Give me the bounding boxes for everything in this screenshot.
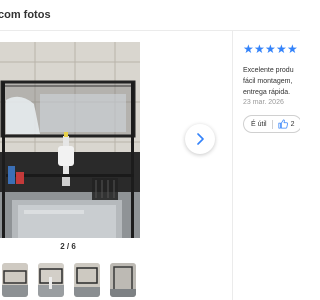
star-icon: ★ [243,42,254,56]
useful-count: 2 [290,120,295,128]
thumbnail-image [110,263,136,297]
column-divider [232,31,233,300]
thumbnail-image [74,263,100,297]
useful-separator [271,119,273,129]
thumbs-up-icon [278,119,288,129]
star-rating: ★★★★★ [243,43,298,55]
useful-label: É útil [251,120,267,128]
thumbnail-image [2,263,28,297]
review-date: 23 mar. 2026 [243,99,284,106]
thumbnail-2[interactable] [38,263,64,297]
thumbnail-image [38,263,64,297]
star-icon: ★ [287,42,298,56]
panel-title: com fotos [0,9,51,21]
thumbnail-4[interactable] [110,263,136,297]
main-review-photo[interactable] [0,42,140,238]
review-text-line: Excelente produ [243,67,294,74]
star-icon: ★ [276,42,287,56]
next-photo-button[interactable] [185,124,215,154]
useful-button[interactable]: É útil 2 [243,115,300,133]
review-text: Excelente produ fácil montagem, entrega … [243,65,300,98]
star-icon: ★ [265,42,276,56]
photo-counter: 2 / 6 [60,242,76,251]
chevron-right-icon [197,133,204,145]
reviews-with-photos-panel: com fotos 2 / 6 ★★★★★ Excelente produ fá… [0,0,300,300]
dish-rack-photo [0,42,140,238]
review-text-line: fácil montagem, [243,78,293,85]
thumbnail-1[interactable] [2,263,28,297]
header-divider [0,30,300,31]
review-text-line: entrega rápida. [243,89,291,96]
photo-thumbnails [0,263,140,297]
star-icon: ★ [254,42,265,56]
thumbnail-3[interactable] [74,263,100,297]
